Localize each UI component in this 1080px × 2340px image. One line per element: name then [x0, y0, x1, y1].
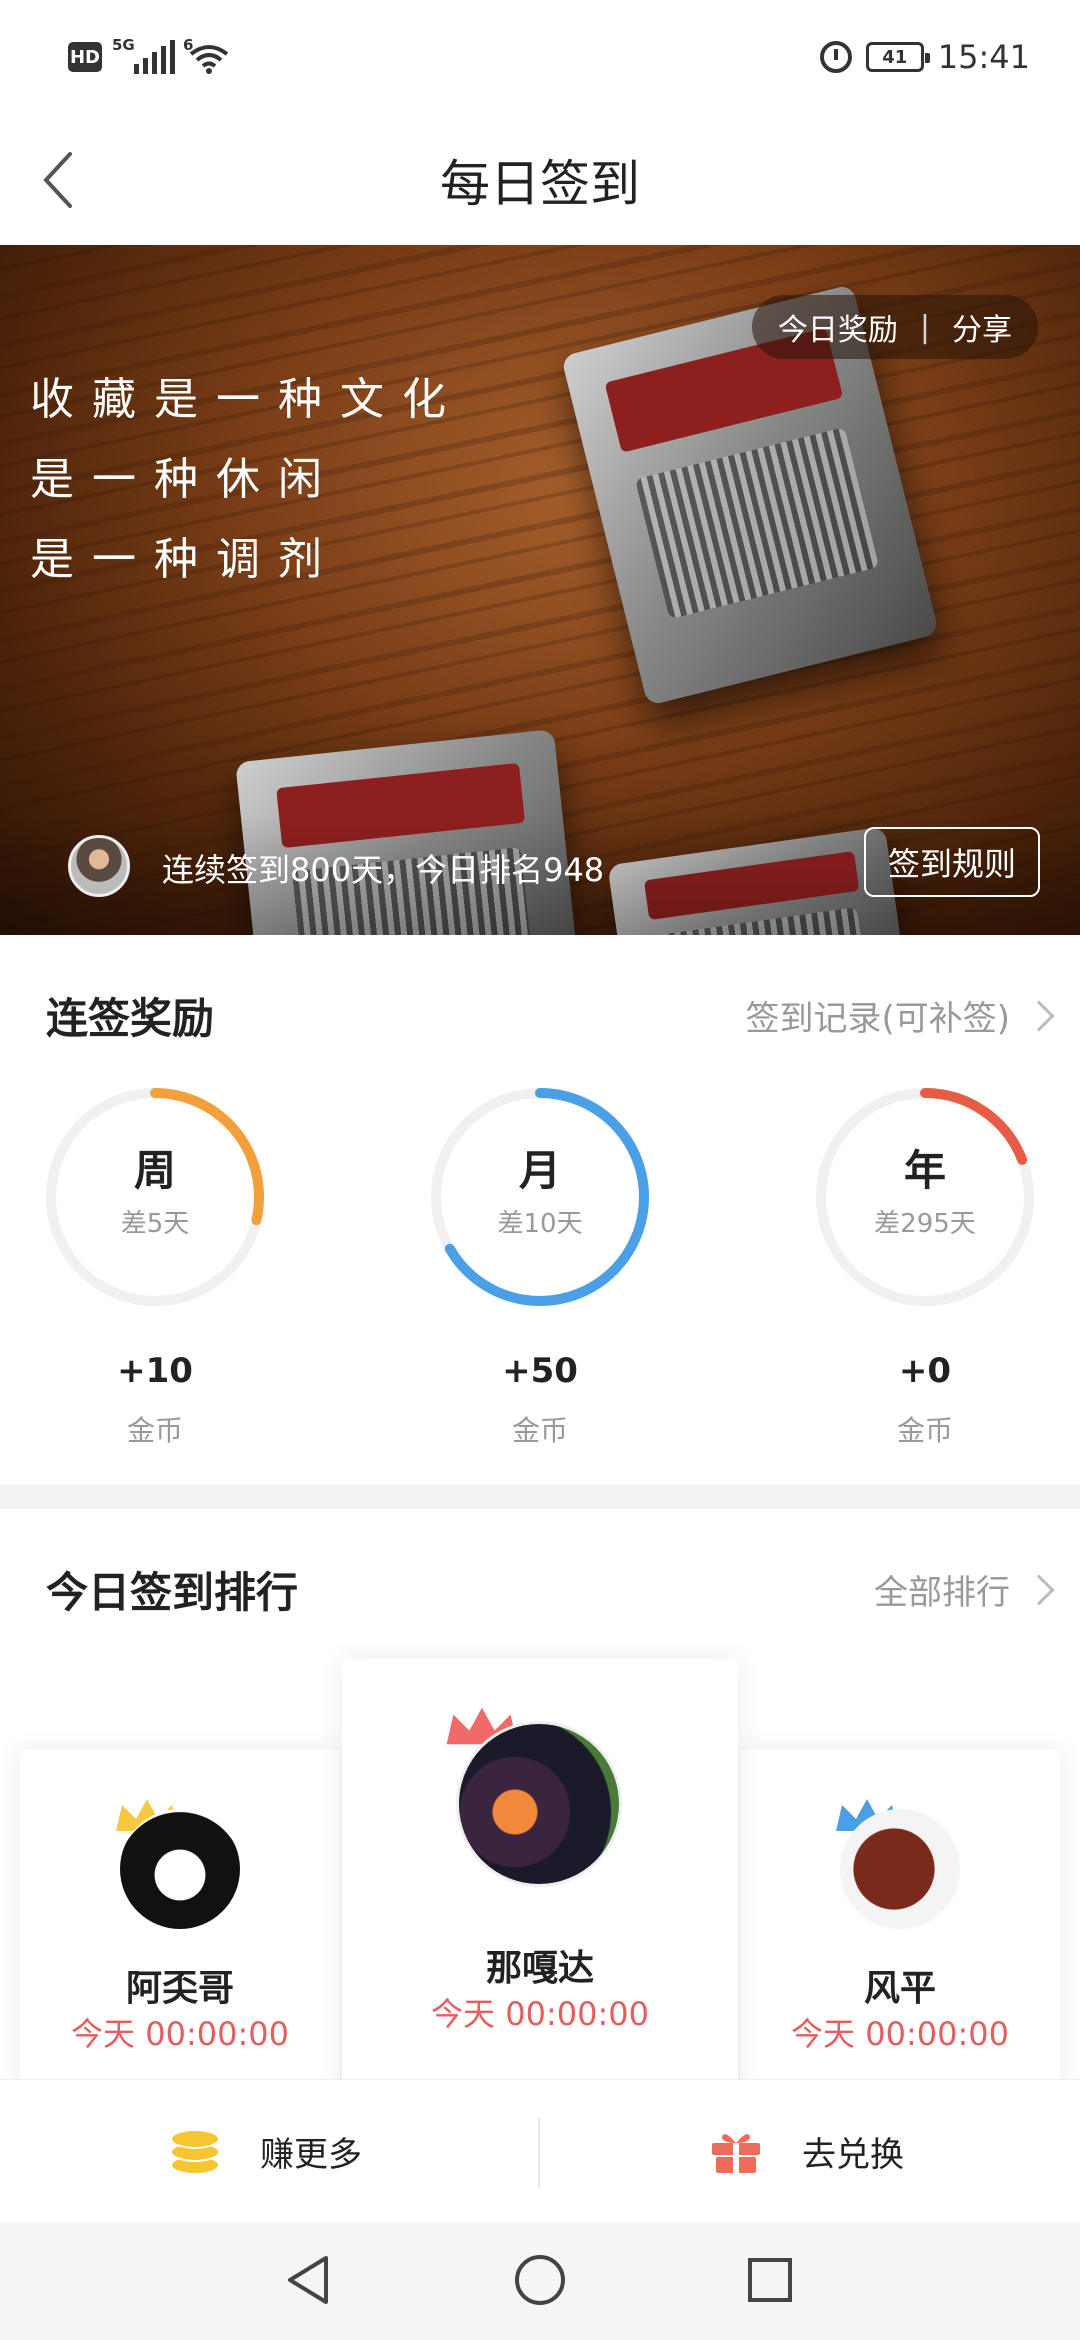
- nav-home-icon: [515, 2255, 565, 2305]
- status-left: HD 5G 6: [68, 36, 229, 74]
- exchange-label: 去兑换: [802, 2135, 904, 2175]
- signal-tag: 5G: [112, 36, 135, 54]
- banner-quote: 收藏是一种文化 是一种休闲 是一种调剂: [30, 360, 464, 600]
- rank-time: 今天 00:00:00: [791, 2015, 1009, 2053]
- wifi-icon: 6: [183, 36, 229, 74]
- avatar[interactable]: [68, 835, 130, 897]
- rank-name: 那嘎达: [485, 1948, 594, 1989]
- share-link[interactable]: 分享: [952, 305, 1012, 349]
- checkin-rules-button[interactable]: 签到规则: [863, 827, 1040, 897]
- reward-share-pill: 今日奖励 | 分享: [751, 295, 1038, 359]
- wifi-tag: 6: [183, 36, 194, 54]
- banner: 收藏是一种文化 是一种休闲 是一种调剂 今日奖励 | 分享 连续签到800天，今…: [0, 245, 1080, 935]
- nav-recents-button[interactable]: [740, 2250, 800, 2310]
- progress-ring: 周 差5天: [43, 1085, 267, 1309]
- alarm-icon: [819, 41, 852, 73]
- rank-card-3[interactable]: 风平 今天 00:00:00: [740, 1749, 1060, 2079]
- all-ranking-link[interactable]: 全部排行: [874, 1565, 1010, 1614]
- quote-line: 是一种调剂: [30, 534, 340, 585]
- quote-line: 是一种休闲: [30, 454, 340, 505]
- rank-name: 阿奀哥: [125, 1968, 234, 2009]
- quote-line: 收藏是一种文化: [30, 374, 464, 425]
- reward-unit: 金币: [511, 1414, 568, 1447]
- gift-icon: [712, 2133, 760, 2173]
- rank-card-1[interactable]: 那嘎达 今天 00:00:00: [342, 1659, 738, 2079]
- action-bar: 赚更多 去兑换: [0, 2079, 1080, 2222]
- clock: 15:41: [937, 38, 1030, 76]
- signal-icon: 5G: [112, 36, 175, 74]
- banner-footer: 连续签到800天，今日排名948 签到规则: [0, 815, 1080, 935]
- title-bar: 每日签到: [0, 120, 1080, 245]
- progress-ring: 月 差10天: [428, 1085, 652, 1309]
- reward-remaining: 差5天: [120, 1209, 190, 1239]
- ranking-section: 今日签到排行 全部排行 阿奀哥 今天 00:00:00 风平 今天 00:00:…: [0, 1509, 1080, 2079]
- pill-divider: |: [919, 309, 930, 345]
- reward-coins: +50: [502, 1351, 578, 1391]
- streak-rewards-section: 连签奖励 签到记录(可补签) 周 差5天 +10 金币 月 差10天 +50 金…: [0, 935, 1080, 1485]
- chevron-right-icon[interactable]: [1023, 1574, 1055, 1606]
- reward-coins: +10: [117, 1351, 193, 1391]
- avatar: [120, 1809, 240, 1929]
- nav-home-button[interactable]: [510, 2250, 570, 2310]
- avatar: [456, 1721, 622, 1887]
- exchange-button[interactable]: 去兑换: [710, 2080, 904, 2223]
- action-divider: [538, 2118, 540, 2188]
- reward-coins: +0: [898, 1351, 952, 1391]
- streak-text: 连续签到800天，今日排名948: [162, 851, 605, 889]
- rank-card-2[interactable]: 阿奀哥 今天 00:00:00: [20, 1749, 340, 2079]
- battery-level: 41: [882, 46, 908, 68]
- reward-period: 周: [133, 1146, 176, 1195]
- checkin-record-link[interactable]: 签到记录(可补签): [745, 991, 1010, 1040]
- chevron-right-icon[interactable]: [1023, 1000, 1055, 1032]
- reward-period: 月: [518, 1146, 561, 1195]
- reward-remaining: 差10天: [497, 1209, 583, 1239]
- avatar: [840, 1809, 960, 1929]
- reward-remaining: 差295天: [874, 1209, 976, 1239]
- ranking-title: 今日签到排行: [46, 1568, 299, 1617]
- hd-label: HD: [69, 46, 100, 68]
- section-divider: [0, 1485, 1080, 1509]
- hd-icon: HD: [68, 42, 102, 72]
- page-title: 每日签到: [440, 155, 640, 213]
- nav-back-icon: [288, 2256, 328, 2304]
- status-right: 41 15:41: [819, 38, 1030, 76]
- reward-unit: 金币: [896, 1414, 953, 1447]
- battery-icon: 41: [865, 42, 930, 72]
- rank-name: 风平: [863, 1968, 936, 2009]
- earn-more-label: 赚更多: [260, 2135, 362, 2175]
- nav-back-button[interactable]: [278, 2250, 338, 2310]
- today-reward-link[interactable]: 今日奖励: [778, 305, 898, 349]
- reward-year: 年 差295天 +0 金币: [805, 1085, 1045, 1449]
- progress-ring: 年 差295天: [813, 1085, 1037, 1309]
- reward-week: 周 差5天 +10 金币: [35, 1085, 275, 1449]
- system-nav-bar: [0, 2222, 1080, 2340]
- coin-stack-icon: [171, 2130, 219, 2173]
- streak-rewards-title: 连签奖励: [46, 994, 215, 1043]
- rank-time: 今天 00:00:00: [431, 1995, 649, 2033]
- rank-time: 今天 00:00:00: [71, 2015, 289, 2053]
- status-bar: HD 5G 6 41 15:41: [0, 0, 1080, 120]
- earn-more-button[interactable]: 赚更多: [170, 2080, 362, 2223]
- reward-unit: 金币: [126, 1414, 183, 1447]
- reward-month: 月 差10天 +50 金币: [420, 1085, 660, 1449]
- reward-period: 年: [903, 1146, 946, 1195]
- nav-recents-icon: [748, 2258, 792, 2302]
